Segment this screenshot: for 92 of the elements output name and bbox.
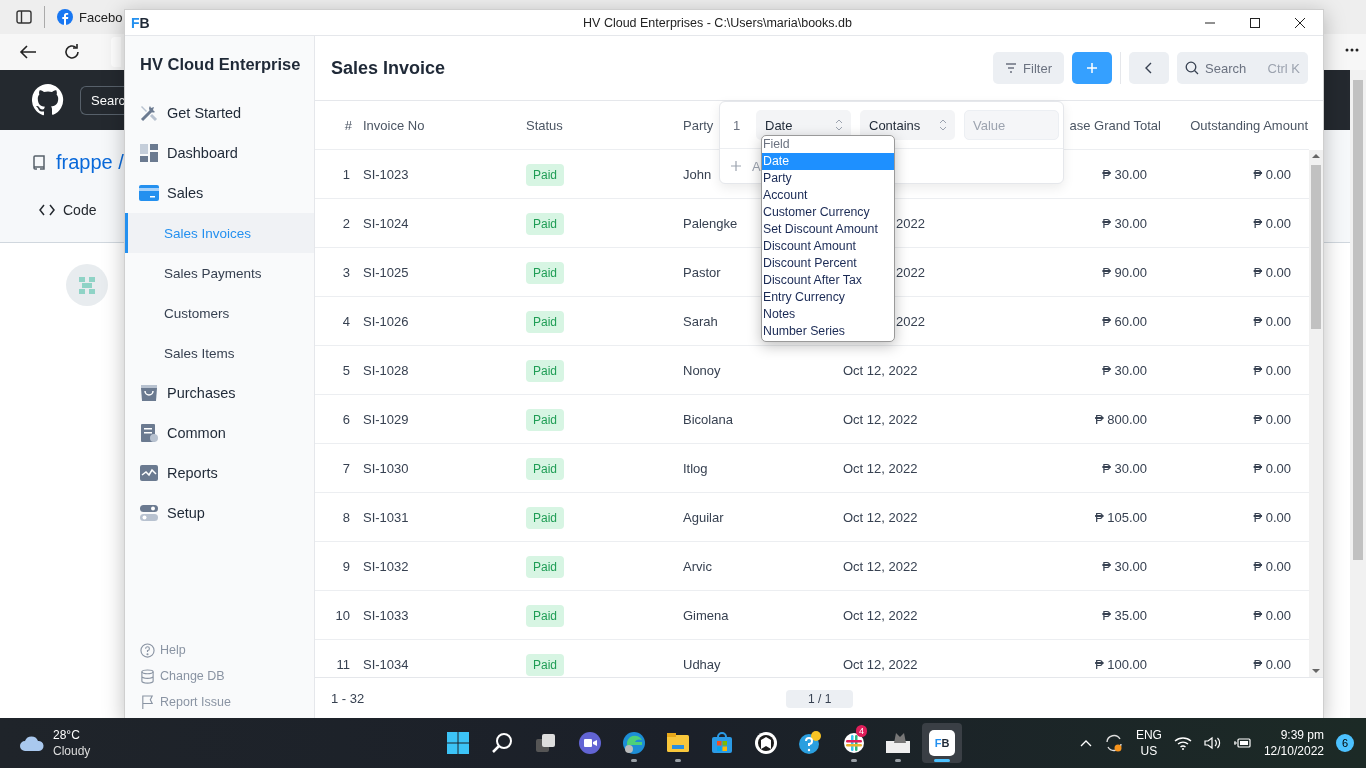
- temperature: 28°C: [53, 727, 81, 743]
- filter-number: 1: [733, 117, 742, 133]
- table-cell: 4: [342, 313, 350, 329]
- table-cell: SI-1032: [363, 558, 409, 574]
- status-badge: Paid: [526, 163, 565, 186]
- column-header: Party: [683, 117, 714, 133]
- table-cell: Itlog: [683, 460, 708, 476]
- table-cell: ₱ 30.00: [1102, 460, 1147, 476]
- table-cell: 5: [342, 362, 350, 378]
- row-count: 1 - 32: [331, 691, 365, 706]
- table-cell: 3: [342, 264, 350, 280]
- table-cell: ₱ 90.00: [1102, 264, 1147, 280]
- status-badge: Paid: [526, 457, 565, 480]
- table-cell: Oct 12, 2022: [843, 460, 918, 476]
- table-cell: Oct 12, 2022: [843, 656, 918, 672]
- column-header: #: [344, 117, 352, 133]
- status-badge: Paid: [526, 261, 565, 284]
- table-cell: ₱ 60.00: [1102, 313, 1147, 329]
- window-title: HV Cloud Enterprises - C:\Users\maria\books.db: [582, 15, 853, 30]
- table-cell: Gimena: [683, 607, 729, 623]
- table-cell: 2022: [896, 215, 925, 231]
- table-cell: ₱ 800.00: [1094, 411, 1147, 427]
- table-cell: Aguilar: [683, 509, 724, 525]
- table-cell: 11: [336, 656, 350, 672]
- table-cell: SI-1025: [363, 264, 409, 280]
- table-cell: SI-1034: [363, 656, 409, 672]
- table-cell: Oct 12, 2022: [843, 509, 918, 525]
- table-cell: ₱ 0.00: [1253, 313, 1291, 329]
- status-badge: Paid: [526, 555, 565, 578]
- table-cell: Oct 12, 2022: [843, 411, 918, 427]
- status-badge: Paid: [526, 310, 565, 333]
- table-cell: ₱ 0.00: [1253, 460, 1291, 476]
- column-header: Outstanding Amount: [1190, 117, 1308, 133]
- table-cell: SI-1023: [363, 166, 409, 182]
- table-cell: Palengke: [683, 215, 738, 231]
- table-cell: 7: [342, 460, 350, 476]
- table-cell: John: [683, 166, 712, 182]
- table-cell: 6: [342, 411, 350, 427]
- table-cell: 10: [335, 607, 350, 623]
- table-cell: SI-1030: [363, 460, 409, 476]
- table-cell: 2022: [896, 313, 925, 329]
- app-logo: FB: [130, 14, 151, 31]
- table-cell: ₱ 0.00: [1253, 509, 1291, 525]
- table-cell: Arvic: [683, 558, 712, 574]
- app-logo: FB: [929, 730, 955, 756]
- table-cell: ₱ 30.00: [1102, 166, 1147, 182]
- table-cell: Nonoy: [683, 362, 721, 378]
- status-badge: Paid: [526, 604, 565, 627]
- column-header: Invoice No: [363, 117, 425, 133]
- page-title: Sales Invoice: [331, 57, 446, 79]
- table-cell: ₱ 0.00: [1253, 166, 1291, 182]
- table-cell: 1: [342, 166, 350, 182]
- table-cell: ₱ 30.00: [1102, 362, 1147, 378]
- status-badge: Paid: [526, 653, 565, 676]
- table-cell: ₱ 0.00: [1253, 607, 1291, 623]
- table-cell: Bicolana: [683, 411, 733, 427]
- table-cell: ₱ 0.00: [1253, 558, 1291, 574]
- table-cell: Pastor: [683, 264, 721, 280]
- table-cell: 9: [342, 558, 350, 574]
- table-cell: SI-1033: [363, 607, 409, 623]
- status-badge: Paid: [526, 506, 565, 529]
- table-cell: 8: [342, 509, 350, 525]
- company-name: HV Cloud Enterprise: [139, 54, 302, 75]
- column-header: ase Grand Total: [1069, 117, 1161, 133]
- table-cell: ₱ 0.00: [1253, 411, 1291, 427]
- weather-text: Cloudy: [53, 743, 91, 759]
- status-badge: Paid: [526, 212, 565, 235]
- table-cell: ₱ 0.00: [1253, 656, 1291, 672]
- table-cell: ₱ 35.00: [1102, 607, 1147, 623]
- table-cell: ₱ 105.00: [1094, 509, 1147, 525]
- table-cell: Oct 12, 2022: [843, 558, 918, 574]
- column-header: Status: [526, 117, 563, 133]
- table-cell: SI-1028: [363, 362, 409, 378]
- table-cell: ₱ 0.00: [1253, 362, 1291, 378]
- table-cell: SI-1029: [363, 411, 409, 427]
- status-badge: Paid: [526, 408, 565, 431]
- table-cell: SI-1024: [363, 215, 409, 231]
- table-cell: ₱ 100.00: [1094, 656, 1147, 672]
- table-cell: SI-1026: [363, 313, 409, 329]
- table-cell: Sarah: [683, 313, 718, 329]
- table-cell: ₱ 0.00: [1253, 215, 1291, 231]
- table-cell: ₱ 30.00: [1102, 558, 1147, 574]
- table-cell: ₱ 0.00: [1253, 264, 1291, 280]
- status-badge: Paid: [526, 359, 565, 382]
- notification-badge: 4: [856, 725, 867, 737]
- table-cell: Oct 12, 2022: [843, 607, 918, 623]
- table-cell: Oct 12, 2022: [843, 362, 918, 378]
- table-cell: 2: [342, 215, 350, 231]
- table-cell: 2022: [896, 264, 925, 280]
- table-cell: ₱ 30.00: [1102, 215, 1147, 231]
- table-cell: Udhay: [683, 656, 721, 672]
- table-cell: SI-1031: [363, 509, 409, 525]
